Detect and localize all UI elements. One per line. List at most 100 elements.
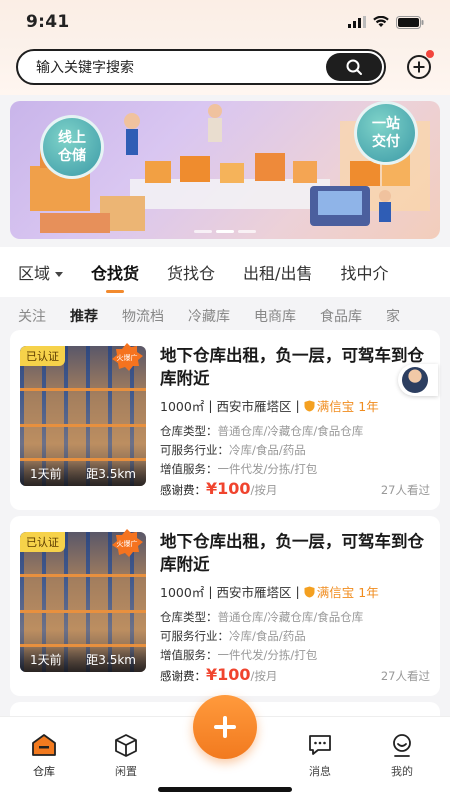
service-key: 增值服务： — [160, 462, 218, 476]
service-value: 一件代发/分拣/打包 — [217, 648, 318, 662]
subtab-cold-storage[interactable]: 冷藏库 — [188, 306, 230, 326]
header: 输入关键字搜索 — [0, 44, 450, 95]
tab-goods-find-warehouse[interactable]: 货找仓 — [167, 260, 215, 284]
hot-badge-icon: 火爆广 — [112, 529, 143, 557]
banner-dot-active[interactable] — [216, 230, 234, 233]
hot-badge-text: 火爆广 — [117, 353, 138, 362]
row-industry: 可服务行业：冷库/食品/药品 — [160, 442, 430, 458]
shield-icon — [304, 400, 315, 411]
banner-dot[interactable] — [194, 230, 212, 233]
listing-title: 地下仓库出租，负一层，可驾车到仓库附近 — [160, 346, 424, 388]
add-button[interactable] — [404, 50, 434, 82]
subtab-follow[interactable]: 关注 — [18, 306, 46, 326]
type-key: 仓库类型： — [160, 610, 218, 624]
cert-years: 1年 — [358, 585, 379, 600]
notification-dot — [426, 50, 434, 58]
tab-find-agent[interactable]: 找中介 — [340, 260, 388, 284]
status-time: 9:41 — [26, 12, 70, 32]
user-icon — [393, 734, 411, 757]
cert-badge: 满信宝 — [304, 582, 355, 601]
hot-badge-icon: 火爆广 — [112, 343, 143, 371]
distance: 距3.5km — [86, 466, 136, 481]
floating-service-avatar[interactable] — [398, 364, 438, 396]
row-industry: 可服务行业：冷库/食品/药品 — [160, 628, 430, 644]
tab-region-label: 区域 — [18, 264, 51, 283]
subtab-logistics[interactable]: 物流档 — [122, 306, 164, 326]
search-placeholder: 输入关键字搜索 — [36, 60, 134, 76]
publish-fab-button[interactable] — [193, 695, 257, 759]
status-bar: 9:41 — [0, 0, 450, 44]
nav-messages-label: 消息 — [309, 765, 331, 778]
distance: 距3.5km — [86, 652, 136, 667]
industry-key: 可服务行业： — [160, 443, 229, 457]
listing-info: 地下仓库出租，负一层，可驾车到仓库附近 1000㎡ | 西安市雁塔区 | 满信宝… — [160, 530, 430, 684]
search-icon — [346, 59, 362, 75]
signal-icon — [348, 16, 366, 28]
home-indicator — [158, 787, 292, 792]
tab-region[interactable]: 区域 — [18, 260, 64, 284]
cert-years: 1年 — [358, 399, 379, 414]
listing-meta: 1000㎡ | 西安市雁塔区 | 满信宝 1年 — [160, 396, 379, 415]
cert-badge: 满信宝 — [304, 396, 355, 415]
banner-carousel[interactable]: 线上 仓储 一站 交付 — [10, 101, 440, 239]
time-ago: 1天前 — [30, 652, 62, 667]
wifi-icon — [373, 16, 389, 27]
verified-badge: 已认证 — [20, 346, 65, 366]
tab-warehouse-find-goods[interactable]: 仓找货 — [91, 260, 139, 284]
price-unit: /按月 — [250, 669, 278, 683]
industry-key: 可服务行业： — [160, 629, 229, 643]
nav-idle[interactable]: 闲置 — [96, 731, 156, 779]
listing-card[interactable]: 已认证 1天前 距3.5km 火爆广 地下仓库出租，负一层，可驾车到仓库附近 1… — [10, 330, 440, 510]
listing-area: 1000㎡ — [160, 585, 205, 600]
industry-value: 冷库/食品/药品 — [229, 629, 306, 643]
caret-down-icon — [55, 272, 64, 277]
view-count: 27人看过 — [380, 483, 430, 497]
subtab-food[interactable]: 食品库 — [320, 306, 362, 326]
message-icon — [309, 735, 331, 755]
row-type: 仓库类型：普通仓库/冷藏仓库/食品仓库 — [160, 609, 430, 625]
view-count: 27人看过 — [380, 669, 430, 683]
search-button[interactable] — [326, 53, 382, 81]
time-ago: 1天前 — [30, 466, 62, 481]
nav-warehouse-label: 仓库 — [33, 765, 55, 778]
subtab-recommend[interactable]: 推荐 — [70, 306, 98, 326]
fee-key: 感谢费： — [160, 483, 206, 497]
banner-dot[interactable] — [238, 230, 256, 233]
status-icons — [348, 15, 424, 29]
battery-icon — [396, 15, 424, 29]
verified-badge: 已认证 — [20, 532, 65, 552]
search-input[interactable]: 输入关键字搜索 — [16, 49, 386, 85]
thumbnail-footer: 1天前 距3.5km — [20, 646, 146, 672]
banner-badge-online-storage: 线上 仓储 — [40, 115, 104, 179]
row-service: 增值服务：一件代发/分拣/打包 — [160, 647, 430, 663]
thumbnail-footer: 1天前 距3.5km — [20, 460, 146, 486]
row-type: 仓库类型：普通仓库/冷藏仓库/食品仓库 — [160, 423, 430, 439]
fee-key: 感谢费： — [160, 669, 206, 683]
cert-name: 满信宝 — [316, 399, 355, 414]
shield-icon — [304, 586, 315, 597]
hot-badge-text: 火爆广 — [117, 539, 138, 548]
listing-card[interactable]: 已认证 1天前 距3.5km 火爆广 地下仓库出租，负一层，可驾车到仓库附近 1… — [10, 516, 440, 696]
row-price: 感谢费：¥100/按月 27人看过 — [160, 479, 430, 498]
tab-rent-sell[interactable]: 出租/出售 — [243, 260, 312, 284]
industry-value: 冷库/食品/药品 — [229, 443, 306, 457]
price-unit: /按月 — [250, 483, 278, 497]
price: ¥100 — [206, 665, 251, 684]
subtab-home[interactable]: 家 — [386, 306, 400, 326]
banner-badge-delivery: 一站 交付 — [354, 101, 418, 165]
nav-warehouse[interactable]: 仓库 — [14, 731, 74, 779]
service-value: 一件代发/分拣/打包 — [217, 462, 318, 476]
nav-messages[interactable]: 消息 — [290, 731, 350, 779]
bottom-nav: 仓库 闲置 消息 我的 — [0, 695, 450, 800]
nav-mine[interactable]: 我的 — [372, 731, 432, 779]
cert-name: 满信宝 — [316, 585, 355, 600]
subtab-ecommerce[interactable]: 电商库 — [254, 306, 296, 326]
listing-location: 西安市雁塔区 — [216, 585, 292, 600]
nav-idle-label: 闲置 — [115, 765, 137, 778]
banner-badge-right-text: 一站 交付 — [372, 116, 400, 150]
listing-meta: 1000㎡ | 西安市雁塔区 | 满信宝 1年 — [160, 582, 379, 601]
plus-icon — [214, 716, 236, 738]
row-service: 增值服务：一件代发/分拣/打包 — [160, 461, 430, 477]
listing-location: 西安市雁塔区 — [216, 399, 292, 414]
nav-mine-label: 我的 — [391, 765, 413, 778]
